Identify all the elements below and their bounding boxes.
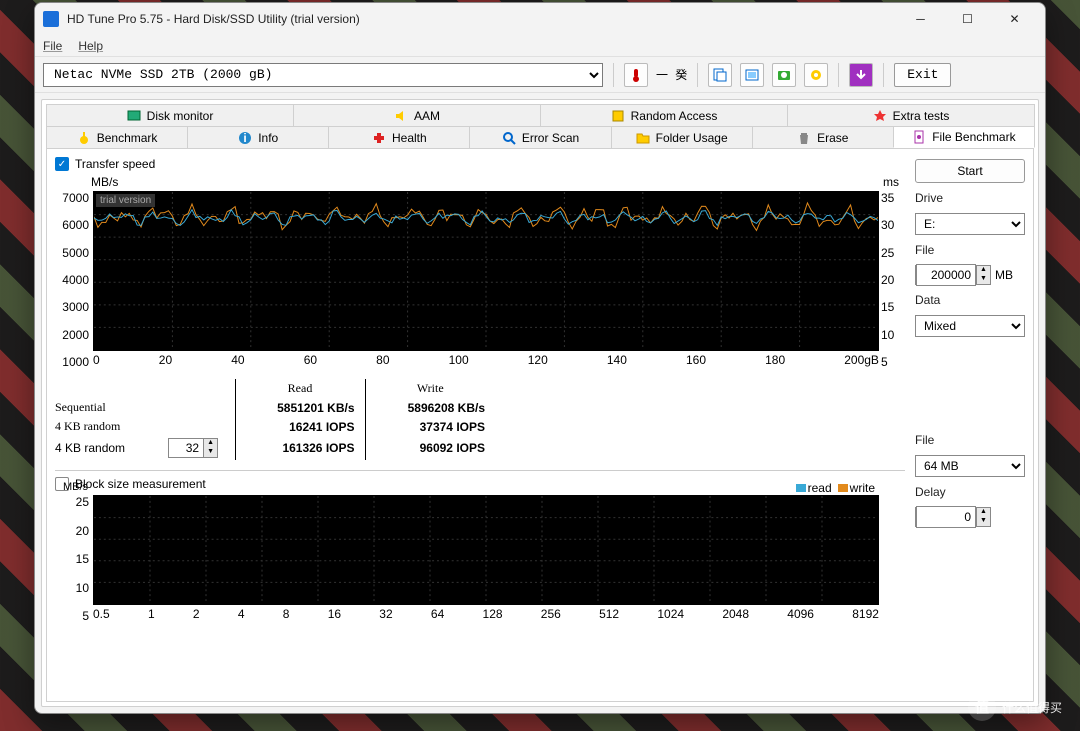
tab-row-bottom: Benchmark iInfo Health Error Scan Folder… xyxy=(46,126,1034,148)
app-icon xyxy=(43,11,59,27)
titlebar: HD Tune Pro 5.75 - Hard Disk/SSD Utility… xyxy=(35,3,1045,35)
copy-screenshot-icon[interactable] xyxy=(740,63,764,87)
file-size-spinner[interactable]: ▲▼ xyxy=(915,265,991,285)
copy-info-icon[interactable] xyxy=(708,63,732,87)
exit-button[interactable]: Exit xyxy=(894,63,951,87)
chart2-unit: MB/s xyxy=(63,481,88,493)
tab-folder-usage[interactable]: Folder Usage xyxy=(611,126,753,148)
save-screenshot-icon[interactable] xyxy=(772,63,796,87)
window-title: HD Tune Pro 5.75 - Hard Disk/SSD Utility… xyxy=(67,12,898,26)
chart2-legend: read write xyxy=(796,481,875,495)
tabs-area: Disk monitor AAM Random Access Extra tes… xyxy=(41,99,1039,707)
options-icon[interactable] xyxy=(804,63,828,87)
delay-spinner[interactable]: ▲▼ xyxy=(915,507,991,527)
tab-random-access[interactable]: Random Access xyxy=(540,104,788,126)
drive-letter-select[interactable]: E: xyxy=(915,213,1025,235)
tab-extra-tests[interactable]: Extra tests xyxy=(787,104,1035,126)
drive-label: Drive xyxy=(915,191,1025,205)
page-watermark: 值什么值得买 xyxy=(968,693,1062,721)
queue-depth-spinner[interactable]: ▲▼ xyxy=(168,438,218,458)
block-file-select[interactable]: 64 MB xyxy=(915,455,1025,477)
start-button[interactable]: Start xyxy=(915,159,1025,183)
minimize-button[interactable]: ─ xyxy=(898,5,943,33)
delay-label: Delay xyxy=(915,485,1025,499)
temperature-text: 一 癸 xyxy=(656,66,687,83)
transfer-chart: trial version xyxy=(93,191,879,351)
tab-content: ✓ Transfer speed MB/s ms 700060005000400… xyxy=(46,148,1034,702)
tab-health[interactable]: Health xyxy=(328,126,470,148)
results-table-wrap: ReadWrite Sequential5851201 KB/s5896208 … xyxy=(55,379,905,460)
svg-text:i: i xyxy=(244,131,247,145)
tab-disk-monitor[interactable]: Disk monitor xyxy=(46,104,294,126)
app-window: HD Tune Pro 5.75 - Hard Disk/SSD Utility… xyxy=(34,2,1046,714)
block-chart-wrap: read write MB/s 252015105 0.512481632641… xyxy=(59,495,905,623)
transfer-chart-wrap: MB/s ms 7000600050004000300020001000 353… xyxy=(59,175,905,369)
block-chart xyxy=(93,495,879,605)
maximize-button[interactable]: ☐ xyxy=(945,5,990,33)
data-label: Data xyxy=(915,293,1025,307)
drive-select[interactable]: Netac NVMe SSD 2TB (2000 gB) xyxy=(43,63,603,87)
block-file-label: File xyxy=(915,433,1025,447)
close-button[interactable]: ✕ xyxy=(992,5,1037,33)
save-icon[interactable] xyxy=(849,63,873,87)
menu-help[interactable]: Help xyxy=(78,39,103,53)
menubar: File Help xyxy=(35,35,1045,57)
tab-aam[interactable]: AAM xyxy=(293,104,541,126)
tab-file-benchmark[interactable]: File Benchmark xyxy=(893,126,1035,148)
transfer-speed-label: Transfer speed xyxy=(75,157,155,171)
sidebar: Start Drive E: File ▲▼ MB Data Mixed Fil… xyxy=(915,157,1025,693)
tab-info[interactable]: iInfo xyxy=(187,126,329,148)
temperature-icon[interactable] xyxy=(624,63,648,87)
tab-benchmark[interactable]: Benchmark xyxy=(46,126,188,148)
chart1-left-unit: MB/s xyxy=(91,175,118,189)
file-size-label: File xyxy=(915,243,1025,257)
block-size-label: Block size measurement xyxy=(75,477,206,491)
data-pattern-select[interactable]: Mixed xyxy=(915,315,1025,337)
toolbar: Netac NVMe SSD 2TB (2000 gB) 一 癸 Exit xyxy=(35,57,1045,93)
tab-erase[interactable]: Erase xyxy=(752,126,894,148)
chart1-right-unit: ms xyxy=(883,175,899,189)
tab-row-top: Disk monitor AAM Random Access Extra tes… xyxy=(46,104,1034,126)
results-table: ReadWrite Sequential5851201 KB/s5896208 … xyxy=(55,379,495,460)
menu-file[interactable]: File xyxy=(43,39,62,53)
tab-error-scan[interactable]: Error Scan xyxy=(469,126,611,148)
transfer-speed-checkbox[interactable]: ✓ xyxy=(55,157,69,171)
